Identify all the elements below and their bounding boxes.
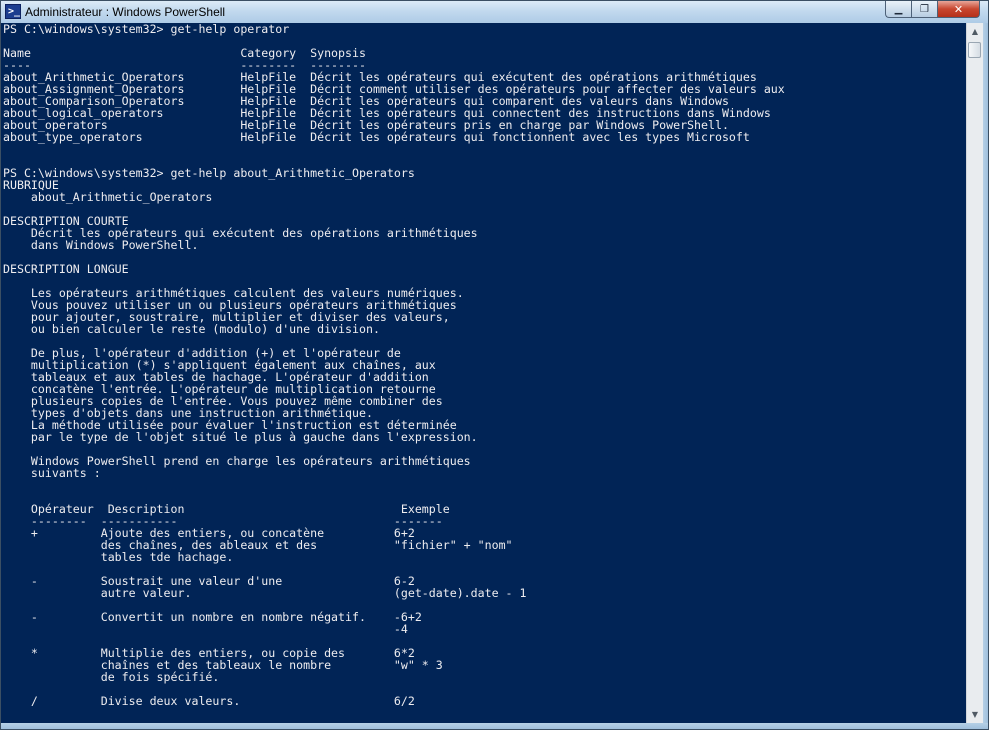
chevron-down-icon: ▼ bbox=[971, 710, 979, 719]
minimize-icon: ▁ bbox=[894, 3, 903, 15]
console-line: tables tde hachage. bbox=[3, 550, 234, 564]
vertical-scrollbar[interactable]: ▲ ▼ bbox=[966, 23, 983, 723]
close-button[interactable]: ✕ bbox=[937, 1, 980, 18]
minimize-button[interactable]: ▁ bbox=[885, 1, 911, 18]
console-line: PS C:\windows\system32> get-help about_A… bbox=[3, 166, 415, 180]
console-line: ou bien calculer le reste (modulo) d'une… bbox=[3, 322, 380, 336]
console-line: dans Windows PowerShell. bbox=[3, 238, 199, 252]
console-line: about_type_operators HelpFile Décrit les… bbox=[3, 130, 750, 144]
console-output[interactable]: PS C:\windows\system32> get-help operato… bbox=[1, 23, 966, 723]
console-line: / Divise deux valeurs. 6/2 bbox=[3, 694, 415, 708]
console-line: -4 bbox=[3, 622, 408, 636]
console-line: suivants : bbox=[3, 466, 101, 480]
maximize-button[interactable]: ❐ bbox=[911, 1, 937, 18]
console-line: DESCRIPTION LONGUE bbox=[3, 262, 129, 276]
console-line: de fois spécifié. bbox=[3, 670, 220, 684]
console-line: autre valeur. (get-date).date - 1 bbox=[3, 586, 527, 600]
scrollbar-thumb[interactable] bbox=[968, 42, 981, 58]
console-line: PS C:\windows\system32> get-help operato… bbox=[3, 23, 290, 36]
console-text: PS C:\windows\system32> get-help operato… bbox=[1, 23, 966, 719]
powershell-icon[interactable]: >_ bbox=[5, 4, 21, 19]
window-frame-bottom[interactable] bbox=[1, 723, 988, 729]
maximize-icon: ❐ bbox=[920, 3, 929, 15]
title-bar[interactable]: >_ Administrateur : Windows PowerShell ▁… bbox=[1, 1, 988, 23]
caption-buttons: ▁ ❐ ✕ bbox=[885, 1, 980, 19]
console-line: about_Arithmetic_Operators bbox=[3, 190, 213, 204]
scroll-down-button[interactable]: ▼ bbox=[967, 706, 983, 723]
close-icon: ✕ bbox=[953, 2, 964, 16]
powershell-icon-glyph: >_ bbox=[8, 6, 21, 17]
window-frame-right[interactable] bbox=[983, 23, 988, 729]
scroll-up-button[interactable]: ▲ bbox=[967, 23, 983, 40]
chevron-up-icon: ▲ bbox=[971, 27, 979, 36]
powershell-window: >_ Administrateur : Windows PowerShell ▁… bbox=[0, 0, 989, 730]
window-title: Administrateur : Windows PowerShell bbox=[25, 5, 226, 19]
console-line: par le type de l'objet situé le plus à g… bbox=[3, 430, 478, 444]
